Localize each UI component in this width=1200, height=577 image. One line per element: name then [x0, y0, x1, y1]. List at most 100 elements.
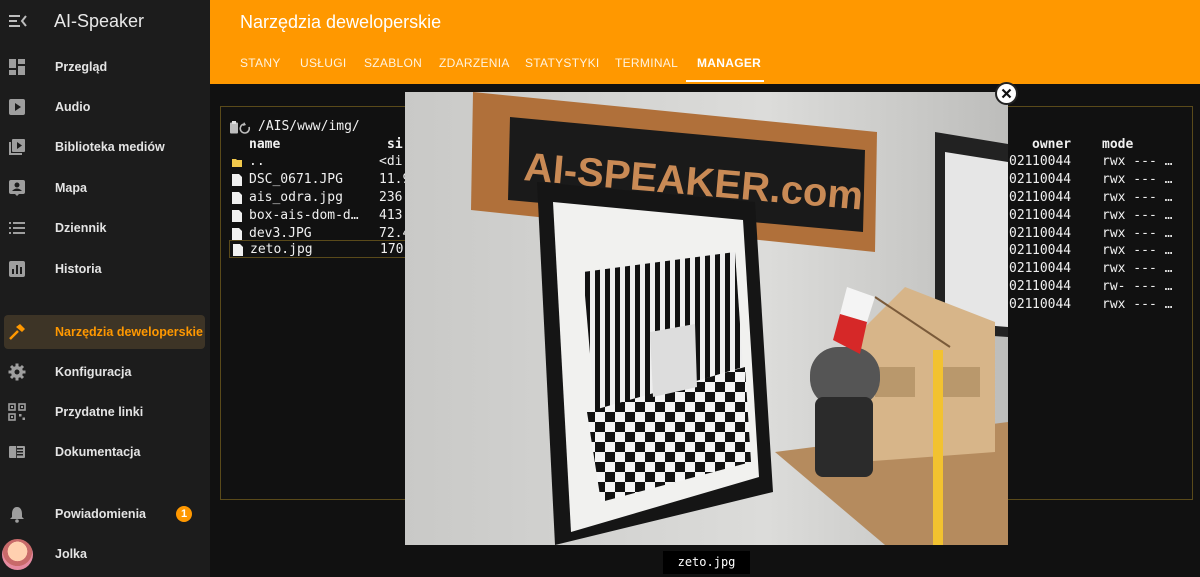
notification-count-badge: 1 — [176, 506, 192, 522]
sidebar-item-przydatne-linki[interactable]: Przydatne linki — [0, 395, 210, 429]
file-row[interactable]: DSC_0671.JPG 11.98 — [229, 171, 418, 189]
media-library-icon — [9, 139, 25, 155]
modified-date: 021 — [1009, 226, 1033, 241]
active-tab-indicator — [686, 80, 764, 82]
sidebar-item-label: Konfiguracja — [55, 365, 132, 379]
path-toolbar-icons — [230, 121, 251, 134]
mode-cell: rwx --- … — [1102, 226, 1173, 241]
mode-cell: rwx --- … — [1102, 172, 1173, 187]
file-icon — [233, 244, 243, 256]
folder-icon — [232, 159, 242, 167]
bell-icon — [10, 507, 24, 523]
owner-cell: 10044 — [1032, 172, 1072, 187]
sidebar-item-powiadomienia[interactable]: Powiadomienia 1 — [0, 497, 210, 531]
sidebar-item-user[interactable]: Jolka — [0, 537, 210, 571]
owner-cell: 10044 — [1032, 261, 1072, 276]
mode-cell: rwx --- … — [1102, 297, 1173, 312]
tab-stany[interactable]: STANY — [240, 56, 281, 70]
image-preview: AI-SPEAKER.com — [405, 92, 1008, 545]
owner-cell: 10044 — [1032, 226, 1072, 241]
top-app-bar: Narzędzia deweloperskie STANY USŁUGI SZA… — [210, 0, 1200, 84]
account-box-icon — [9, 180, 25, 196]
mode-cell: rwx --- … — [1102, 261, 1173, 276]
sidebar-item-label: Przegląd — [55, 60, 108, 74]
file-icon — [232, 210, 242, 222]
book-open-icon — [9, 446, 25, 458]
list-icon — [9, 222, 25, 234]
file-name: .. — [249, 154, 265, 169]
photo-zeto: AI-SPEAKER.com — [405, 92, 1008, 545]
owner-cell: 10044 — [1032, 190, 1072, 205]
modified-date: 021 — [1009, 261, 1033, 276]
column-header-size[interactable]: si — [387, 137, 403, 152]
refresh-icon — [239, 122, 251, 134]
sidebar-item-dziennik[interactable]: Dziennik — [0, 211, 210, 245]
current-path[interactable]: /AIS/www/img/ — [258, 119, 360, 134]
mode-cell: rwx --- … — [1102, 243, 1173, 258]
sidebar-item-konfiguracja[interactable]: Konfiguracja — [0, 355, 210, 389]
tab-zdarzenia[interactable]: ZDARZENIA — [439, 56, 510, 70]
bar-chart-icon — [9, 261, 25, 277]
owner-cell: 10044 — [1032, 243, 1072, 258]
file-row-selected[interactable]: zeto.jpg 170.9 — [229, 240, 419, 258]
modified-date: 021 — [1009, 243, 1033, 258]
sidebar-item-label: Dziennik — [55, 221, 107, 235]
mode-cell: rwx --- … — [1102, 190, 1173, 205]
sidebar-item-label: Dokumentacja — [55, 445, 141, 459]
sidebar-item-historia[interactable]: Historia — [0, 252, 210, 286]
file-row[interactable]: box-ais-dom-d… 413.6 — [229, 207, 418, 225]
qr-code-icon — [8, 403, 26, 421]
hammer-icon — [9, 324, 25, 340]
file-size: <di — [379, 154, 403, 169]
file-name: dev3.JPG — [249, 226, 312, 241]
modified-date: 021 — [1009, 279, 1033, 294]
file-name: DSC_0671.JPG — [249, 172, 343, 187]
sidebar-item-dokumentacja[interactable]: Dokumentacja — [0, 435, 210, 469]
file-name: zeto.jpg — [250, 242, 313, 257]
sidebar-item-przeglad[interactable]: Przegląd — [0, 50, 210, 84]
file-icon — [232, 228, 242, 240]
sidebar-item-narzedzia[interactable]: Narzędzia deweloperskie — [4, 315, 205, 349]
collapse-menu-icon[interactable] — [9, 13, 27, 29]
mode-cell: rwx --- … — [1102, 154, 1173, 169]
mode-cell: rwx --- … — [1102, 208, 1173, 223]
owner-cell: 10044 — [1032, 154, 1072, 169]
sidebar-item-label: Historia — [55, 262, 102, 276]
owner-cell: 10044 — [1032, 279, 1072, 294]
sidebar-item-audio[interactable]: Audio — [0, 90, 210, 124]
image-caption: zeto.jpg — [663, 551, 750, 574]
column-header-owner[interactable]: owner — [1032, 137, 1071, 152]
modified-date: 021 — [1009, 190, 1033, 205]
tab-terminal[interactable]: TERMINAL — [615, 56, 678, 70]
sidebar-item-label: Przydatne linki — [55, 405, 144, 419]
column-header-name[interactable]: name — [249, 137, 280, 152]
tab-manager[interactable]: MANAGER — [697, 56, 761, 70]
sidebar-item-label: Narzędzia deweloperskie — [55, 325, 203, 339]
column-header-mode[interactable]: mode — [1102, 137, 1133, 152]
sidebar-item-label: Audio — [55, 100, 91, 114]
avatar — [2, 539, 33, 570]
file-icon — [232, 174, 242, 186]
clipboard-icon — [230, 121, 238, 134]
modified-date: 021 — [1009, 154, 1033, 169]
owner-cell: 10044 — [1032, 297, 1072, 312]
file-row[interactable]: .. <di — [229, 153, 409, 171]
sidebar-item-label: Biblioteka mediów — [55, 140, 165, 154]
tab-uslugi[interactable]: USŁUGI — [300, 56, 346, 70]
user-name: Jolka — [55, 547, 87, 561]
sidebar-item-biblioteka[interactable]: Biblioteka mediów — [0, 130, 210, 164]
file-icon — [232, 192, 242, 204]
page-title: Narzędzia deweloperskie — [240, 12, 442, 32]
gear-icon — [8, 363, 26, 381]
sidebar-item-mapa[interactable]: Mapa — [0, 171, 210, 205]
file-name: box-ais-dom-d… — [249, 208, 359, 223]
tab-statystyki[interactable]: STATYSTYKI — [525, 56, 600, 70]
modified-date: 021 — [1009, 208, 1033, 223]
modified-date: 021 — [1009, 297, 1033, 312]
close-icon[interactable] — [995, 82, 1018, 105]
modified-date: 021 — [1009, 172, 1033, 187]
sidebar: AI-Speaker Przegląd Audio Biblioteka med… — [0, 0, 210, 577]
app-root: AI-Speaker Przegląd Audio Biblioteka med… — [0, 0, 1200, 577]
file-row[interactable]: ais_odra.jpg 236.0 — [229, 189, 418, 207]
tab-szablon[interactable]: SZABLON — [364, 56, 422, 70]
